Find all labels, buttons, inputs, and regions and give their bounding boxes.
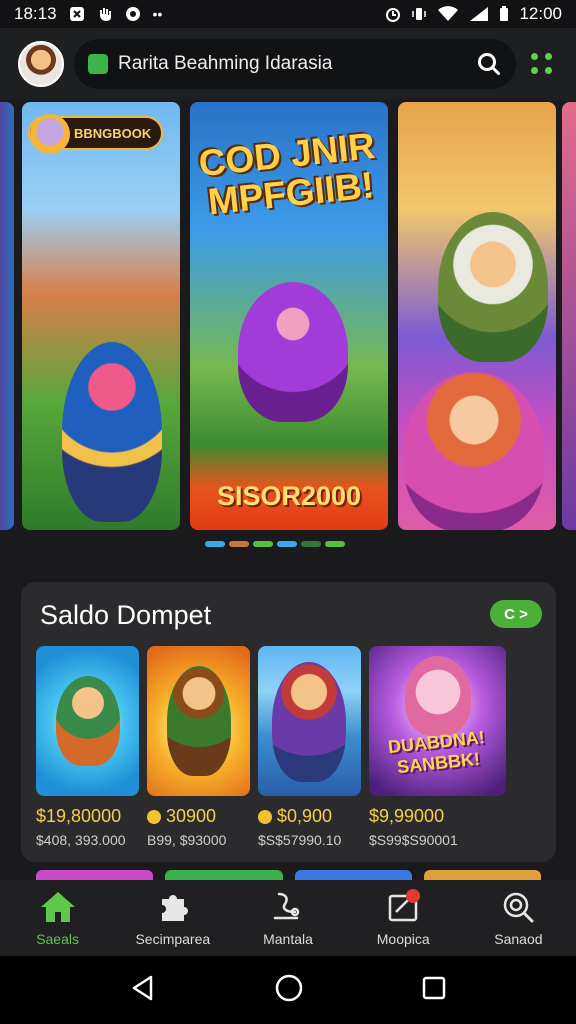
hero-character — [238, 282, 348, 422]
search-icon[interactable] — [476, 51, 502, 77]
system-nav-bar — [0, 956, 576, 1024]
game-thumbnail[interactable] — [147, 646, 250, 796]
back-icon[interactable] — [129, 974, 157, 1007]
game-thumbnail[interactable] — [36, 646, 139, 796]
top-bar: Rarita Beahming Idarasia — [0, 28, 576, 100]
wallet-toggle-button[interactable]: C > — [490, 600, 542, 628]
alarm-icon — [386, 8, 401, 22]
carousel-dot[interactable] — [229, 541, 249, 547]
wallet-card: Saldo Dompet C > $19,80000 $408, 393.000… — [21, 582, 556, 862]
notification-hand-icon — [99, 8, 111, 21]
game-thumbnail[interactable] — [258, 646, 361, 796]
promo-carousel[interactable]: BBNGBOOK COD JNIR MPFGIIB! SISOR2000 — [0, 100, 576, 560]
carousel-dot[interactable] — [301, 541, 321, 547]
nav-label: Mantala — [263, 931, 313, 947]
search-input[interactable]: Rarita Beahming Idarasia — [118, 53, 466, 75]
nav-label: Secimparea — [135, 931, 211, 947]
nav-item-categories[interactable]: Secimparea — [115, 880, 230, 956]
nav-item-activity[interactable]: Mantala — [230, 880, 345, 956]
game-card[interactable]: $19,80000 $408, 393.000 — [36, 646, 139, 848]
game-subprice: $408, 393.000 — [36, 832, 126, 848]
hero-character — [404, 372, 544, 530]
game-price: $19,80000 — [36, 806, 122, 826]
wifi-icon — [438, 6, 459, 21]
wallet-title: Saldo Dompet — [40, 600, 212, 630]
home-button-icon[interactable] — [274, 973, 304, 1008]
carousel-dot[interactable] — [205, 541, 225, 547]
signal-icon — [470, 7, 489, 21]
coin-icon — [258, 809, 272, 824]
more-notifications-icon: •• — [152, 6, 163, 22]
avatar[interactable] — [18, 41, 64, 87]
game-price: $9,99000 — [369, 806, 445, 826]
status-time-left: 18:13 — [14, 4, 57, 23]
game-price: $0,900 — [258, 806, 361, 827]
game-card[interactable]: 30900 B99, $93000 — [147, 646, 250, 848]
bottom-nav: Saeals Secimparea Mantala Moopica Sanaod — [0, 880, 576, 956]
game-card[interactable]: $0,900 $S$57990.10 — [258, 646, 361, 848]
game-subprice: $S$57990.10 — [258, 832, 342, 848]
carousel-slide-3[interactable] — [398, 102, 556, 530]
hero-character — [62, 342, 162, 522]
carousel-slide-next[interactable] — [562, 102, 576, 530]
carousel-dot[interactable] — [325, 541, 345, 547]
carousel-dot[interactable] — [253, 541, 273, 547]
slide-price: SISOR2000 — [216, 481, 362, 511]
inbox-icon — [384, 889, 422, 925]
carousel-dot[interactable] — [277, 541, 297, 547]
nav-label: Saeals — [36, 931, 79, 947]
search-icon — [499, 889, 537, 925]
nav-item-messages[interactable]: Moopica — [346, 880, 461, 956]
puzzle-icon — [154, 889, 192, 925]
carousel-slide-2[interactable]: COD JNIR MPFGIIB! SISOR2000 — [190, 102, 388, 530]
carousel-slide-previous[interactable] — [0, 102, 14, 530]
carousel-slide-1[interactable]: BBNGBOOK — [22, 102, 180, 530]
carousel-indicators — [205, 541, 345, 547]
mascot-icon — [30, 114, 70, 154]
vibrate-icon — [412, 8, 427, 20]
nav-label: Sanaod — [494, 931, 543, 947]
slide-title: COD JNIR MPFGIIB! — [196, 124, 377, 223]
game-list: $19,80000 $408, 393.000 30900 B99, $9300… — [36, 646, 506, 848]
nav-item-search[interactable]: Sanaod — [461, 880, 576, 956]
battery-icon — [500, 6, 509, 21]
slide-badge: BBNGBOOK — [28, 114, 164, 154]
route-icon — [269, 889, 307, 925]
status-time-right: 12:00 — [519, 4, 562, 23]
game-subprice: $S99$S90001 — [369, 832, 458, 848]
notification-circle-icon — [125, 7, 140, 21]
apps-menu-icon[interactable] — [526, 48, 558, 80]
notification-app-icon — [69, 7, 84, 21]
game-thumbnail[interactable]: DUABDNA! SANBBK! — [369, 646, 506, 796]
hero-character — [438, 212, 548, 362]
home-icon — [39, 889, 77, 925]
store-icon — [88, 54, 108, 74]
game-price: 30900 — [147, 806, 250, 827]
search-bar[interactable]: Rarita Beahming Idarasia — [74, 39, 516, 89]
recents-icon[interactable] — [421, 975, 447, 1006]
game-subprice: B99, $93000 — [147, 832, 227, 848]
coin-icon — [147, 809, 161, 824]
nav-item-home[interactable]: Saeals — [0, 880, 115, 956]
game-card[interactable]: DUABDNA! SANBBK! $9,99000 $S99$S90001 — [369, 646, 506, 848]
status-bar: 18:13 •• 12:00 — [0, 0, 576, 28]
game-thumbnail-title: DUABDNA! SANBBK! — [387, 727, 486, 778]
nav-label: Moopica — [376, 931, 430, 947]
